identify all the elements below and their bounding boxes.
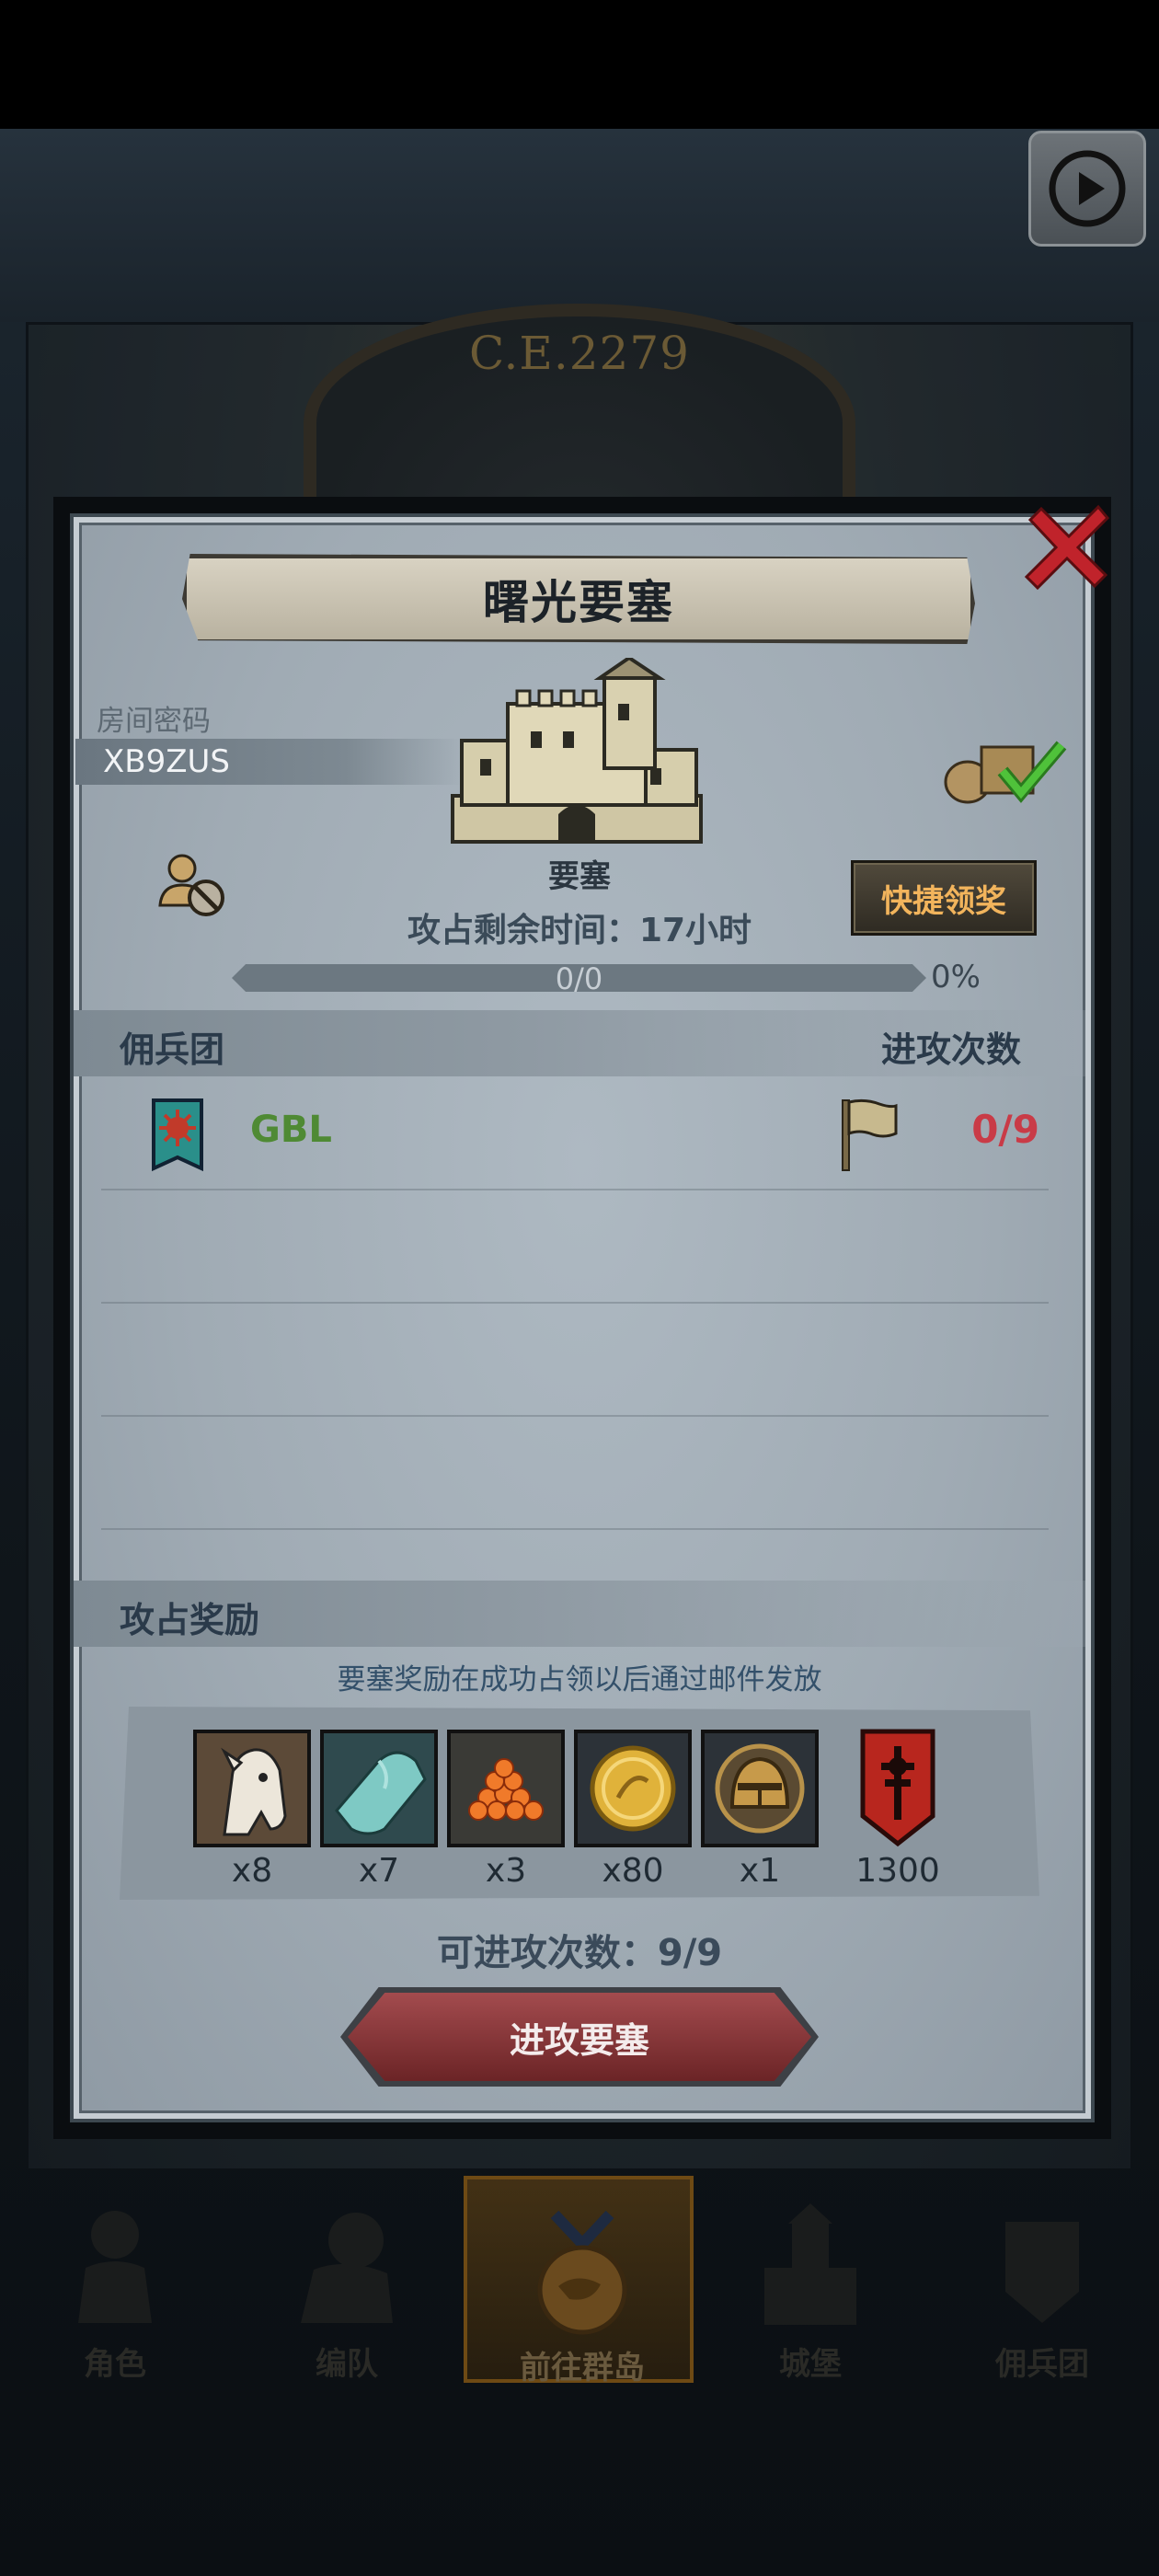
title-banner: 曙光要塞 xyxy=(182,554,975,644)
cloth-icon xyxy=(324,1733,434,1844)
guild-banner-icon xyxy=(152,1098,203,1172)
knight-icon xyxy=(78,2211,152,2323)
row-divider xyxy=(101,1302,1049,1304)
guild-banner-icon xyxy=(860,1729,935,1847)
roe-icon xyxy=(451,1733,561,1844)
mercenary-icon xyxy=(1005,2222,1079,2323)
quick-claim-label: 快捷领奖 xyxy=(881,882,1006,920)
reward-item[interactable] xyxy=(574,1730,692,1847)
close-icon[interactable] xyxy=(1021,501,1113,593)
reward-qty: x8 xyxy=(231,1852,273,1890)
era-label: C.E.2279 xyxy=(468,327,690,380)
capture-progress-value: 0/0 xyxy=(555,961,603,996)
roster-right-header: 进攻次数 xyxy=(881,1029,1022,1070)
fortress-castle-icon xyxy=(451,658,703,844)
reward-qty: x7 xyxy=(358,1852,400,1890)
reward-item[interactable] xyxy=(701,1730,819,1847)
reward-item[interactable] xyxy=(193,1730,311,1847)
gold-coin-icon xyxy=(578,1733,688,1844)
reward-qty: 1300 xyxy=(855,1852,940,1890)
room-code-value[interactable]: XB9ZUS xyxy=(103,743,230,780)
reward-qty: x3 xyxy=(485,1852,527,1890)
play-icon xyxy=(1049,150,1126,227)
nav-label: 角色 xyxy=(84,2346,146,2383)
castle-icon xyxy=(764,2203,856,2325)
nav-item-mercenary[interactable]: 佣兵团 xyxy=(927,2176,1157,2383)
flag-icon xyxy=(842,1098,898,1171)
knight-helmet-icon xyxy=(705,1733,815,1844)
row-divider xyxy=(101,1528,1049,1530)
capture-time-remaining: 攻占剩余时间：17小时 xyxy=(407,912,752,949)
reward-qty: x80 xyxy=(602,1852,664,1890)
background-header-band xyxy=(0,129,1159,322)
islands-icon xyxy=(537,2210,627,2335)
guild-name[interactable]: GBL xyxy=(250,1109,332,1151)
nav-label: 城堡 xyxy=(779,2346,842,2383)
nav-label: 佣兵团 xyxy=(995,2346,1089,2383)
remaining-attacks: 可进攻次数：9/9 xyxy=(436,1932,723,1974)
formation-icon xyxy=(301,2213,393,2323)
reward-item[interactable] xyxy=(854,1728,942,1847)
room-code-label: 房间密码 xyxy=(97,705,211,738)
nav-label: 前往群岛 xyxy=(520,2350,645,2386)
rewards-header: 攻占奖励 xyxy=(120,1600,260,1640)
reward-qty: x1 xyxy=(739,1852,781,1890)
reward-item[interactable] xyxy=(447,1730,565,1847)
row-divider xyxy=(101,1189,1049,1190)
row-divider xyxy=(101,1415,1049,1417)
roster-left-header: 佣兵团 xyxy=(120,1029,225,1070)
nav-item-formation[interactable]: 编队 xyxy=(232,2176,462,2383)
rewards-note: 要塞奖励在成功占领以后通过邮件发放 xyxy=(337,1663,822,1696)
replay-button[interactable] xyxy=(1028,131,1146,247)
dialog-title: 曙光要塞 xyxy=(483,576,674,629)
no-owner-icon xyxy=(158,854,224,916)
nav-item-character[interactable]: 角色 xyxy=(0,2176,230,2383)
nav-item-islands[interactable]: 前往群岛 xyxy=(464,2176,694,2386)
reward-bag-check-icon[interactable] xyxy=(940,727,1069,810)
capture-progress-percent: 0% xyxy=(931,959,981,995)
nav-label: 编队 xyxy=(316,2346,378,2383)
reward-item[interactable] xyxy=(320,1730,438,1847)
status-bar-area xyxy=(0,0,1159,129)
horse-icon xyxy=(197,1733,307,1844)
guild-attack-count: 0/9 xyxy=(971,1107,1039,1152)
nav-item-castle[interactable]: 城堡 xyxy=(695,2176,925,2383)
fortress-label: 要塞 xyxy=(548,858,611,895)
attack-fortress-label: 进攻要塞 xyxy=(509,2019,649,2061)
attack-fortress-button[interactable]: 进攻要塞 xyxy=(348,1993,811,2081)
